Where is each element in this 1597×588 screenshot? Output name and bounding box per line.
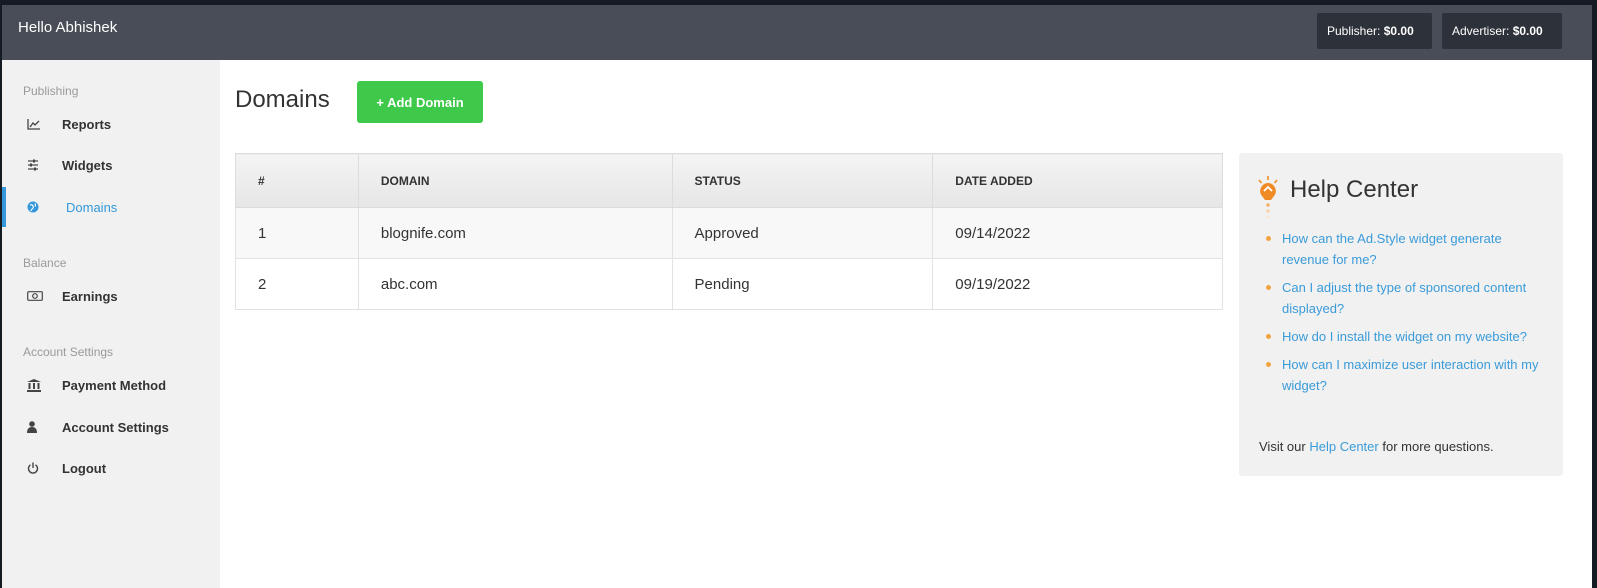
- sidebar-item-label: Logout: [62, 460, 107, 476]
- globe-icon: [6, 201, 66, 213]
- row-number-cell: 1: [235, 207, 359, 259]
- row-number-cell: 2: [235, 258, 359, 310]
- lightbulb-icon: [1255, 175, 1281, 219]
- sidebar-item-label: Widgets: [62, 157, 113, 173]
- help-link[interactable]: How can I maximize user interaction with…: [1259, 354, 1549, 396]
- date-added-cell: 09/19/2022: [932, 258, 1223, 310]
- bullet-dot: [1266, 334, 1271, 339]
- sidebar-item-account-settings[interactable]: Account Settings: [2, 407, 220, 447]
- help-center-link[interactable]: Help Center: [1309, 439, 1378, 454]
- table-row[interactable]: 2 abc.com Pending 09/19/2022: [235, 258, 1223, 310]
- column-header-date-added: DATE ADDED: [932, 153, 1223, 208]
- sidebar-section-publishing: Publishing: [23, 84, 79, 98]
- sidebar-item-label: Earnings: [62, 288, 118, 304]
- sidebar-section-balance: Balance: [23, 256, 67, 270]
- money-icon: [2, 291, 62, 301]
- bank-icon: [2, 378, 62, 392]
- user-greeting: Hello Abhishek: [18, 19, 118, 36]
- bullet-dot: [1266, 236, 1271, 241]
- help-center-title: Help Center: [1290, 176, 1419, 203]
- sidebar-section-account-settings: Account Settings: [23, 345, 114, 359]
- sidebar-item-label: Payment Method: [62, 377, 167, 393]
- bullet-dot: [1266, 362, 1271, 367]
- help-footer-suffix: for more questions.: [1382, 439, 1494, 454]
- help-link[interactable]: How can the Ad.Style widget generate rev…: [1259, 228, 1549, 270]
- top-bar: Hello Abhishek Publisher: $0.00 Advertis…: [2, 5, 1592, 60]
- domain-cell: blognife.com: [357, 207, 673, 259]
- sidebar-item-domains[interactable]: Domains: [2, 187, 220, 227]
- table-header-row: # DOMAIN STATUS DATE ADDED: [235, 153, 1223, 208]
- sidebar-item-earnings[interactable]: Earnings: [2, 276, 220, 316]
- sidebar-item-logout[interactable]: Logout: [2, 448, 220, 488]
- power-icon: [2, 462, 62, 474]
- advertiser-balance-label: Advertiser:: [1452, 24, 1510, 38]
- publisher-balance-value: $0.00: [1383, 24, 1414, 38]
- publisher-balance-button[interactable]: Publisher: $0.00: [1317, 13, 1432, 49]
- bullet-dot: [1266, 285, 1271, 290]
- advertiser-balance-value: $0.00: [1512, 24, 1543, 38]
- help-center-panel: Help Center How can the Ad.Style widget …: [1239, 153, 1563, 476]
- advertiser-balance-button[interactable]: Advertiser: $0.00: [1442, 13, 1562, 49]
- status-cell: Pending: [671, 258, 934, 310]
- domain-cell: abc.com: [357, 258, 673, 310]
- help-link[interactable]: Can I adjust the type of sponsored conte…: [1259, 277, 1549, 319]
- column-header-number: #: [235, 153, 359, 208]
- publisher-balance-label: Publisher:: [1327, 24, 1381, 38]
- sidebar-item-widgets[interactable]: Widgets: [2, 145, 220, 185]
- sidebar-item-label: Domains: [66, 199, 118, 215]
- app-frame: Hello Abhishek Publisher: $0.00 Advertis…: [2, 5, 1592, 588]
- help-footer: Visit our Help Center for more questions…: [1259, 439, 1494, 454]
- help-footer-prefix: Visit our: [1259, 439, 1306, 454]
- column-header-status: STATUS: [671, 153, 934, 208]
- domains-table: # DOMAIN STATUS DATE ADDED 1 blognife.co…: [235, 153, 1223, 310]
- status-cell: Approved: [671, 207, 934, 259]
- sidebar-item-reports[interactable]: Reports: [2, 104, 220, 144]
- sidebar: Publishing Reports Widgets Domains Balan…: [2, 60, 220, 588]
- help-links-list: How can the Ad.Style widget generate rev…: [1259, 228, 1549, 403]
- help-link-text: How can I maximize user interaction with…: [1282, 357, 1539, 393]
- add-domain-button[interactable]: + Add Domain: [357, 81, 483, 123]
- sidebar-item-label: Account Settings: [62, 419, 169, 435]
- column-header-domain: DOMAIN: [357, 153, 673, 208]
- help-link-text: Can I adjust the type of sponsored conte…: [1282, 280, 1527, 316]
- help-link-text: How can the Ad.Style widget generate rev…: [1282, 231, 1502, 267]
- sliders-icon: [2, 159, 62, 171]
- date-added-cell: 09/14/2022: [932, 207, 1223, 259]
- help-link-text: How do I install the widget on my websit…: [1282, 329, 1527, 344]
- sidebar-item-payment-method[interactable]: Payment Method: [2, 365, 220, 405]
- page-title: Domains: [235, 86, 330, 113]
- table-row[interactable]: 1 blognife.com Approved 09/14/2022: [235, 207, 1223, 259]
- chart-line-icon: [2, 118, 62, 130]
- sidebar-item-label: Reports: [62, 116, 112, 132]
- user-icon: [2, 421, 62, 433]
- help-link[interactable]: How do I install the widget on my websit…: [1259, 326, 1549, 347]
